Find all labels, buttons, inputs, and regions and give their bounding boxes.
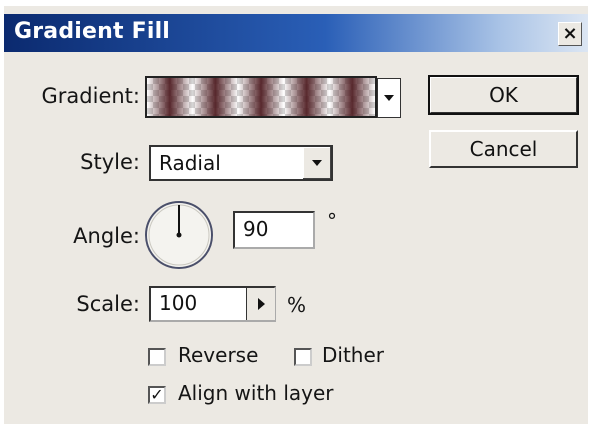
- dither-label[interactable]: Dither: [322, 343, 384, 367]
- dialog-title: Gradient Fill: [14, 19, 171, 44]
- scale-stepper-button[interactable]: [246, 288, 275, 320]
- angle-unit: °: [327, 209, 337, 233]
- chevron-down-icon: [384, 95, 394, 101]
- ok-button-label: OK: [489, 83, 518, 107]
- style-select[interactable]: Radial: [149, 145, 333, 181]
- close-icon: ×: [562, 23, 578, 44]
- reverse-label[interactable]: Reverse: [178, 343, 258, 367]
- angle-input[interactable]: 90: [233, 211, 315, 249]
- align-with-layer-label[interactable]: Align with layer: [178, 381, 334, 405]
- check-icon: ✓: [150, 385, 164, 404]
- style-dropdown-button[interactable]: [302, 147, 331, 179]
- angle-dial-icon[interactable]: [143, 199, 215, 271]
- dither-checkbox[interactable]: [294, 348, 312, 366]
- chevron-down-icon: [312, 160, 322, 166]
- style-select-value: Radial: [159, 151, 221, 175]
- reverse-checkbox[interactable]: [148, 348, 166, 366]
- scale-label: Scale:: [76, 292, 140, 316]
- style-label: Style:: [80, 150, 140, 174]
- cancel-button[interactable]: Cancel: [429, 130, 578, 168]
- gradient-fill-dialog: Gradient Fill × Gradient: OK Cancel Styl…: [4, 6, 588, 424]
- ok-button[interactable]: OK: [428, 75, 579, 115]
- scale-unit: %: [287, 293, 307, 317]
- gradient-label: Gradient:: [41, 84, 140, 108]
- gradient-dropdown-button[interactable]: [377, 78, 401, 118]
- title-bar[interactable]: Gradient Fill ×: [4, 14, 588, 52]
- angle-input-value: 90: [243, 217, 269, 241]
- scale-input[interactable]: 100: [149, 286, 276, 322]
- angle-label: Angle:: [73, 224, 140, 248]
- gradient-swatch[interactable]: [145, 76, 377, 118]
- align-with-layer-checkbox[interactable]: ✓: [148, 386, 166, 404]
- cancel-button-label: Cancel: [469, 137, 538, 161]
- close-button[interactable]: ×: [558, 22, 582, 46]
- play-right-icon: [257, 298, 265, 310]
- scale-input-value: 100: [159, 291, 198, 315]
